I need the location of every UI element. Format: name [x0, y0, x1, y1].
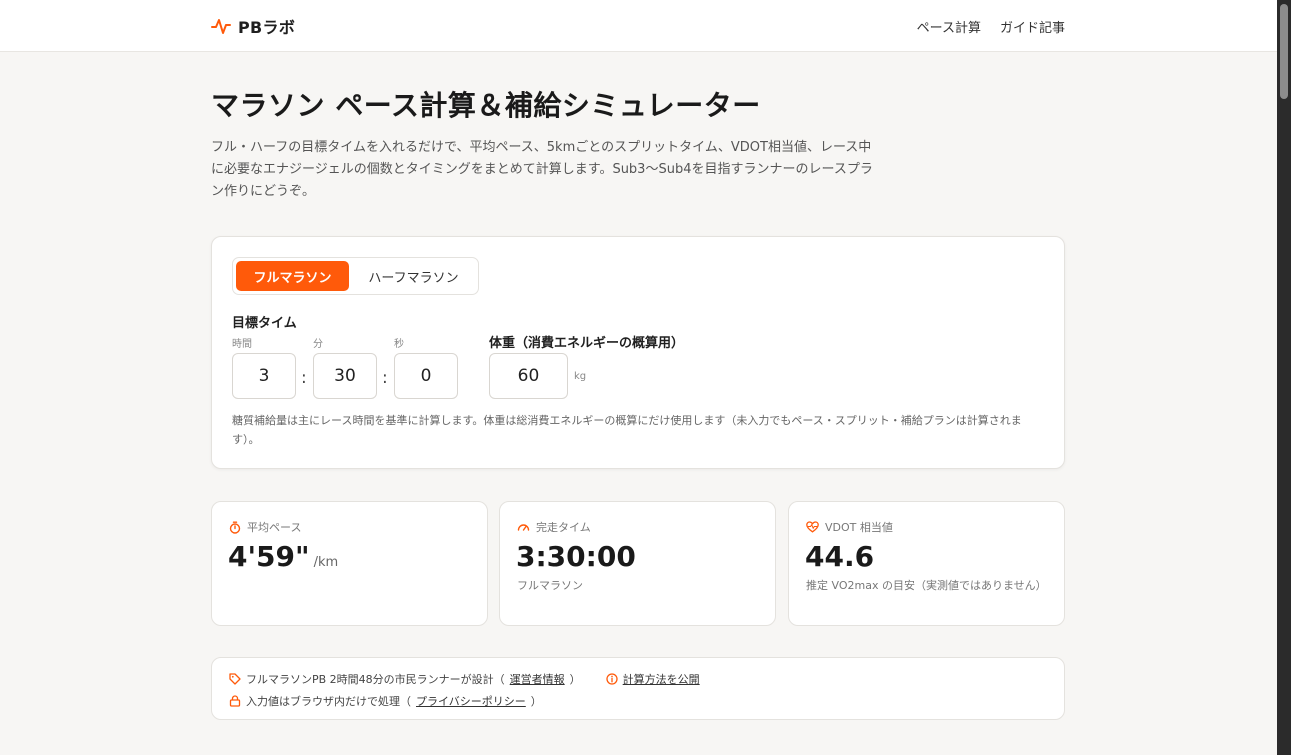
minutes-input[interactable]: 30	[313, 353, 377, 399]
gauge-icon	[517, 524, 530, 531]
weight-input[interactable]: 60	[489, 353, 568, 399]
stopwatch-icon	[229, 521, 241, 534]
stat-card-vdot: VDOT 相当値 44.6 推定 VO2max の目安（実測値ではありません）	[788, 501, 1065, 626]
method-group: 計算方法を公開	[606, 671, 700, 687]
pace-value: 4'59"/km	[228, 540, 339, 573]
finish-label: 完走タイム	[517, 519, 591, 535]
hours-input[interactable]: 3	[232, 353, 296, 399]
stat-card-finish: 完走タイム 3:30:00 フルマラソン	[499, 501, 776, 626]
tag-icon	[229, 673, 241, 685]
seconds-input[interactable]: 0	[394, 353, 458, 399]
trust-row-author: フルマラソンPB 2時間48分の市民ランナーが設計（ 運営者情報 ） 計算方法を…	[229, 671, 700, 687]
tab-half-marathon[interactable]: ハーフマラソン	[351, 261, 476, 291]
finish-sub: フルマラソン	[517, 579, 583, 592]
page-intro: フル・ハーフの目標タイムを入れるだけで、平均ペース、5kmごとのスプリットタイム…	[211, 140, 873, 199]
vdot-sub: 推定 VO2max の目安（実測値ではありません）	[806, 579, 1047, 592]
privacy-policy-link[interactable]: プライバシーポリシー	[416, 693, 526, 709]
nav-guide-articles[interactable]: ガイド記事	[1000, 17, 1065, 36]
scrollbar-thumb[interactable]	[1280, 4, 1288, 99]
nav-pace-calc[interactable]: ペース計算	[917, 17, 981, 36]
calculator-card: フルマラソン ハーフマラソン 目標タイム 時間 分 秒 3 : 30 : 0 体…	[211, 236, 1065, 469]
hours-label: 時間	[232, 339, 252, 350]
info-icon	[606, 673, 618, 685]
site-logo[interactable]: PBラボ	[211, 14, 295, 38]
weight-label: 体重（消費エネルギーの概算用）	[489, 336, 685, 351]
lock-icon	[229, 695, 241, 707]
time-separator: :	[301, 368, 307, 388]
finish-value: 3:30:00	[516, 540, 636, 573]
vdot-label: VDOT 相当値	[806, 519, 893, 535]
minutes-label: 分	[313, 339, 323, 350]
tab-full-marathon[interactable]: フルマラソン	[236, 261, 349, 291]
pulse-icon	[211, 19, 231, 34]
operator-info-link[interactable]: 運営者情報	[510, 671, 565, 687]
trust-card: フルマラソンPB 2時間48分の市民ランナーが設計（ 運営者情報 ） 計算方法を…	[211, 657, 1065, 720]
weight-unit: kg	[574, 371, 587, 382]
calc-method-link[interactable]: 計算方法を公開	[623, 671, 700, 687]
distance-toggle: フルマラソン ハーフマラソン	[232, 257, 479, 295]
logo-text: PBラボ	[238, 18, 296, 37]
trust-row-privacy: 入力値はブラウザ内だけで処理（ プライバシーポリシー ）	[229, 693, 542, 709]
scrollbar[interactable]	[1277, 0, 1291, 755]
page-title: マラソン ペース計算＆補給シミュレーター	[211, 89, 761, 122]
main-nav: ペース計算 ガイド記事	[917, 17, 1065, 36]
time-separator: :	[382, 368, 388, 388]
top-bar: PBラボ ペース計算 ガイド記事	[0, 0, 1277, 52]
heart-pulse-icon	[806, 521, 819, 533]
seconds-label: 秒	[394, 339, 404, 350]
vdot-value: 44.6	[805, 540, 875, 573]
pace-label: 平均ペース	[229, 519, 301, 535]
stat-card-pace: 平均ペース 4'59"/km	[211, 501, 488, 626]
target-time-label: 目標タイム	[232, 316, 297, 331]
calculator-note: 糖質補給量は主にレース時間を基準に計算します。体重は総消費エネルギーの概算にだけ…	[232, 414, 1022, 446]
pace-unit: /km	[313, 555, 339, 570]
